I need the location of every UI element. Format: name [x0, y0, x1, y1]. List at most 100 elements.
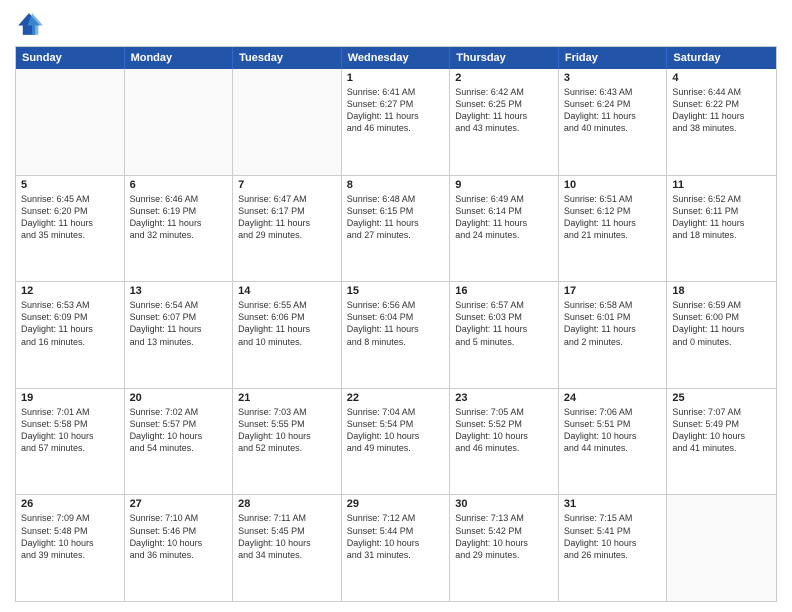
cell-info: Sunrise: 6:44 AM Sunset: 6:22 PM Dayligh…	[672, 86, 771, 135]
cal-cell-2-1: 13 Sunrise: 6:54 AM Sunset: 6:07 PM Dayli…	[125, 282, 234, 388]
cal-cell-3-3: 22 Sunrise: 7:04 AM Sunset: 5:54 PM Dayli…	[342, 389, 451, 495]
day-number: 15	[347, 285, 445, 297]
day-number: 4	[672, 72, 771, 84]
cal-cell-1-3: 8Sunrise: 6:48 AM Sunset: 6:15 PM Daylig…	[342, 176, 451, 282]
cell-info: Sunrise: 7:03 AM Sunset: 5:55 PM Dayligh…	[238, 406, 336, 455]
header	[15, 10, 777, 38]
cal-row-4: 26 Sunrise: 7:09 AM Sunset: 5:48 PM Dayli…	[16, 494, 776, 601]
cal-cell-0-6: 4 Sunrise: 6:44 AM Sunset: 6:22 PM Daylig…	[667, 69, 776, 175]
cell-info: Sunrise: 7:12 AM Sunset: 5:44 PM Dayligh…	[347, 512, 445, 561]
cell-info: Sunrise: 7:09 AM Sunset: 5:48 PM Dayligh…	[21, 512, 119, 561]
cell-info: Sunrise: 6:53 AM Sunset: 6:09 PM Dayligh…	[21, 299, 119, 348]
cal-cell-1-4: 9 Sunrise: 6:49 AM Sunset: 6:14 PM Daylig…	[450, 176, 559, 282]
cell-info: Sunrise: 6:49 AM Sunset: 6:14 PM Dayligh…	[455, 193, 553, 242]
cal-cell-0-4: 2 Sunrise: 6:42 AM Sunset: 6:25 PM Daylig…	[450, 69, 559, 175]
cal-row-1: 5Sunrise: 6:45 AM Sunset: 6:20 PM Daylig…	[16, 175, 776, 282]
day-number: 11	[672, 179, 771, 191]
cal-cell-4-4: 30 Sunrise: 7:13 AM Sunset: 5:42 PM Dayli…	[450, 495, 559, 601]
cal-cell-3-4: 23Sunrise: 7:05 AM Sunset: 5:52 PM Dayli…	[450, 389, 559, 495]
cal-cell-2-2: 14 Sunrise: 6:55 AM Sunset: 6:06 PM Dayli…	[233, 282, 342, 388]
cal-cell-1-0: 5Sunrise: 6:45 AM Sunset: 6:20 PM Daylig…	[16, 176, 125, 282]
cal-header-friday: Friday	[559, 47, 668, 69]
cal-cell-3-5: 24 Sunrise: 7:06 AM Sunset: 5:51 PM Dayli…	[559, 389, 668, 495]
cell-info: Sunrise: 6:55 AM Sunset: 6:06 PM Dayligh…	[238, 299, 336, 348]
cal-cell-1-2: 7Sunrise: 6:47 AM Sunset: 6:17 PM Daylig…	[233, 176, 342, 282]
cell-info: Sunrise: 6:43 AM Sunset: 6:24 PM Dayligh…	[564, 86, 662, 135]
cell-info: Sunrise: 7:06 AM Sunset: 5:51 PM Dayligh…	[564, 406, 662, 455]
cal-cell-0-0	[16, 69, 125, 175]
day-number: 25	[672, 392, 771, 404]
cal-cell-3-6: 25 Sunrise: 7:07 AM Sunset: 5:49 PM Dayli…	[667, 389, 776, 495]
cal-cell-0-3: 1 Sunrise: 6:41 AM Sunset: 6:27 PM Daylig…	[342, 69, 451, 175]
day-number: 1	[347, 72, 445, 84]
calendar-header-row: SundayMondayTuesdayWednesdayThursdayFrid…	[16, 47, 776, 69]
day-number: 8	[347, 179, 445, 191]
cell-info: Sunrise: 6:52 AM Sunset: 6:11 PM Dayligh…	[672, 193, 771, 242]
day-number: 14	[238, 285, 336, 297]
cell-info: Sunrise: 7:15 AM Sunset: 5:41 PM Dayligh…	[564, 512, 662, 561]
day-number: 17	[564, 285, 662, 297]
cal-cell-2-0: 12 Sunrise: 6:53 AM Sunset: 6:09 PM Dayli…	[16, 282, 125, 388]
day-number: 27	[130, 498, 228, 510]
cal-cell-0-1	[125, 69, 234, 175]
cell-info: Sunrise: 6:41 AM Sunset: 6:27 PM Dayligh…	[347, 86, 445, 135]
day-number: 21	[238, 392, 336, 404]
day-number: 12	[21, 285, 119, 297]
cal-cell-3-2: 21 Sunrise: 7:03 AM Sunset: 5:55 PM Dayli…	[233, 389, 342, 495]
day-number: 16	[455, 285, 553, 297]
cal-cell-1-5: 10 Sunrise: 6:51 AM Sunset: 6:12 PM Dayli…	[559, 176, 668, 282]
cell-info: Sunrise: 7:02 AM Sunset: 5:57 PM Dayligh…	[130, 406, 228, 455]
cell-info: Sunrise: 6:42 AM Sunset: 6:25 PM Dayligh…	[455, 86, 553, 135]
cal-cell-4-5: 31 Sunrise: 7:15 AM Sunset: 5:41 PM Dayli…	[559, 495, 668, 601]
day-number: 26	[21, 498, 119, 510]
cell-info: Sunrise: 7:04 AM Sunset: 5:54 PM Dayligh…	[347, 406, 445, 455]
cell-info: Sunrise: 7:13 AM Sunset: 5:42 PM Dayligh…	[455, 512, 553, 561]
cal-cell-4-0: 26 Sunrise: 7:09 AM Sunset: 5:48 PM Dayli…	[16, 495, 125, 601]
cell-info: Sunrise: 6:59 AM Sunset: 6:00 PM Dayligh…	[672, 299, 771, 348]
day-number: 2	[455, 72, 553, 84]
day-number: 22	[347, 392, 445, 404]
day-number: 18	[672, 285, 771, 297]
cell-info: Sunrise: 6:51 AM Sunset: 6:12 PM Dayligh…	[564, 193, 662, 242]
day-number: 13	[130, 285, 228, 297]
cal-row-3: 19Sunrise: 7:01 AM Sunset: 5:58 PM Dayli…	[16, 388, 776, 495]
cal-header-monday: Monday	[125, 47, 234, 69]
cal-cell-2-6: 18 Sunrise: 6:59 AM Sunset: 6:00 PM Dayli…	[667, 282, 776, 388]
cal-cell-1-1: 6Sunrise: 6:46 AM Sunset: 6:19 PM Daylig…	[125, 176, 234, 282]
cal-cell-4-6	[667, 495, 776, 601]
day-number: 29	[347, 498, 445, 510]
cal-header-thursday: Thursday	[450, 47, 559, 69]
day-number: 20	[130, 392, 228, 404]
page: SundayMondayTuesdayWednesdayThursdayFrid…	[0, 0, 792, 612]
day-number: 6	[130, 179, 228, 191]
cal-row-2: 12 Sunrise: 6:53 AM Sunset: 6:09 PM Dayli…	[16, 281, 776, 388]
cell-info: Sunrise: 7:11 AM Sunset: 5:45 PM Dayligh…	[238, 512, 336, 561]
cal-cell-4-3: 29 Sunrise: 7:12 AM Sunset: 5:44 PM Dayli…	[342, 495, 451, 601]
cell-info: Sunrise: 7:10 AM Sunset: 5:46 PM Dayligh…	[130, 512, 228, 561]
logo	[15, 10, 47, 38]
calendar-body: 1 Sunrise: 6:41 AM Sunset: 6:27 PM Daylig…	[16, 69, 776, 601]
day-number: 9	[455, 179, 553, 191]
cal-cell-2-4: 16 Sunrise: 6:57 AM Sunset: 6:03 PM Dayli…	[450, 282, 559, 388]
cal-cell-2-3: 15 Sunrise: 6:56 AM Sunset: 6:04 PM Dayli…	[342, 282, 451, 388]
day-number: 28	[238, 498, 336, 510]
day-number: 30	[455, 498, 553, 510]
day-number: 24	[564, 392, 662, 404]
logo-icon	[15, 10, 43, 38]
cal-row-0: 1 Sunrise: 6:41 AM Sunset: 6:27 PM Daylig…	[16, 69, 776, 175]
cell-info: Sunrise: 6:54 AM Sunset: 6:07 PM Dayligh…	[130, 299, 228, 348]
cal-header-sunday: Sunday	[16, 47, 125, 69]
calendar: SundayMondayTuesdayWednesdayThursdayFrid…	[15, 46, 777, 602]
cal-header-wednesday: Wednesday	[342, 47, 451, 69]
cal-cell-4-2: 28 Sunrise: 7:11 AM Sunset: 5:45 PM Dayli…	[233, 495, 342, 601]
cell-info: Sunrise: 7:07 AM Sunset: 5:49 PM Dayligh…	[672, 406, 771, 455]
day-number: 10	[564, 179, 662, 191]
cal-cell-3-1: 20 Sunrise: 7:02 AM Sunset: 5:57 PM Dayli…	[125, 389, 234, 495]
cell-info: Sunrise: 6:57 AM Sunset: 6:03 PM Dayligh…	[455, 299, 553, 348]
cal-header-saturday: Saturday	[667, 47, 776, 69]
day-number: 31	[564, 498, 662, 510]
cell-info: Sunrise: 6:56 AM Sunset: 6:04 PM Dayligh…	[347, 299, 445, 348]
cal-cell-4-1: 27 Sunrise: 7:10 AM Sunset: 5:46 PM Dayli…	[125, 495, 234, 601]
cal-cell-3-0: 19Sunrise: 7:01 AM Sunset: 5:58 PM Dayli…	[16, 389, 125, 495]
cal-cell-0-2	[233, 69, 342, 175]
